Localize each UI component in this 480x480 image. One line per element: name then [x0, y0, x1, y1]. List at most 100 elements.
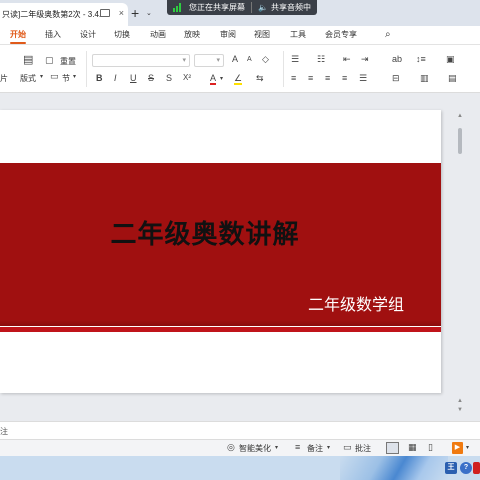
strikethrough-button[interactable]: S — [148, 74, 154, 83]
italic-button[interactable]: I — [114, 74, 117, 83]
menu-bar: 开始 插入 设计 切换 动画 放映 审阅 视图 工具 会员专享 ⌕ — [0, 26, 480, 45]
play-dropdown-icon[interactable]: ▾ — [466, 444, 469, 451]
comments-button[interactable]: 批注 — [355, 443, 371, 454]
justify-icon[interactable]: ≡ — [342, 74, 347, 83]
smart-beautify-dropdown-icon[interactable]: ▾ — [275, 444, 278, 451]
text-direction-icon[interactable]: ab — [392, 55, 402, 64]
document-tab[interactable]: 只读]二年级奥数第2次 - 3.4. × — [0, 3, 128, 26]
font-name-combo[interactable]: ▾ — [92, 54, 190, 67]
screen-share-status[interactable]: 您正在共享屏幕 — [167, 0, 251, 15]
reset-button[interactable]: 重置 — [60, 56, 76, 67]
menu-design[interactable]: 设计 — [80, 29, 96, 40]
char-spacing-icon[interactable]: ⇆ — [256, 74, 264, 83]
screen-share-text: 您正在共享屏幕 — [189, 3, 245, 12]
slide-editing-area[interactable]: 二年级奥数讲解 二年级数学组 ▲ ▲ ▼ — [0, 93, 480, 421]
menu-tools[interactable]: 工具 — [290, 29, 306, 40]
layout-dropdown-icon[interactable]: ▾ — [40, 74, 43, 80]
arrange-icon[interactable]: ▤ — [448, 74, 457, 83]
new-tab-button[interactable]: + — [131, 5, 139, 21]
numbered-list-icon[interactable]: ☷ — [317, 55, 325, 64]
menu-slideshow[interactable]: 放映 — [184, 29, 200, 40]
comments-icon[interactable]: ▭ — [343, 442, 352, 453]
text-box-icon[interactable]: ▣ — [446, 55, 455, 64]
underline-button[interactable]: U — [130, 74, 137, 83]
menu-member[interactable]: 会员专享 — [325, 29, 357, 40]
decrease-indent-icon[interactable]: ⇤ — [343, 55, 351, 64]
font-size-increase-icon[interactable]: A — [232, 55, 238, 64]
layout-icon[interactable]: ▤ — [23, 55, 33, 66]
slide-sorter-view-icon[interactable]: ▦ — [408, 442, 417, 453]
highlight-button[interactable]: ∠ — [234, 74, 243, 85]
menu-review[interactable]: 审阅 — [220, 29, 236, 40]
slide-button[interactable]: 片 — [0, 73, 8, 84]
menu-animation[interactable]: 动画 — [150, 29, 166, 40]
close-tab-icon[interactable]: × — [119, 8, 124, 18]
align-left-icon[interactable]: ≡ — [291, 74, 296, 83]
align-right-icon[interactable]: ≡ — [325, 74, 330, 83]
scrollbar-thumb[interactable] — [458, 128, 462, 154]
normal-view-icon[interactable] — [386, 442, 399, 454]
font-size-combo[interactable]: ▾ — [194, 54, 224, 67]
ribbon-divider — [283, 51, 284, 87]
bold-button[interactable]: B — [96, 74, 103, 83]
font-color-dropdown-icon[interactable]: ▾ — [220, 76, 223, 82]
tray-app-icon[interactable] — [473, 462, 480, 474]
smart-beautify-button[interactable]: 智能美化 — [239, 443, 271, 454]
title-bar: 只读]二年级奥数第2次 - 3.4. × + ⌄ 您正在共享屏幕 🔈 共享音频中 — [0, 0, 480, 26]
window-monitor-icon[interactable] — [100, 9, 110, 17]
layout-button[interactable]: 版式 — [20, 73, 36, 84]
document-tab-title: 只读]二年级奥数第2次 - 3.4. — [2, 10, 102, 19]
taskbar-wallpaper-glow — [340, 456, 448, 480]
slide[interactable]: 二年级奥数讲解 二年级数学组 — [0, 110, 441, 393]
ime-icon[interactable]: 王 — [445, 462, 457, 474]
app-window: 只读]二年级奥数第2次 - 3.4. × + ⌄ 您正在共享屏幕 🔈 共享音频中… — [0, 0, 480, 480]
font-dropdown-icon[interactable]: ▾ — [182, 56, 186, 64]
help-icon[interactable]: ? — [460, 462, 472, 474]
font-size-decrease-icon[interactable]: A — [247, 56, 252, 63]
notes-icon[interactable]: ≡ — [295, 442, 300, 452]
tab-list-dropdown-icon[interactable]: ⌄ — [146, 9, 152, 17]
active-menu-indicator — [10, 42, 26, 44]
reset-icon[interactable]: ▢ — [45, 56, 54, 65]
speaker-icon: 🔈 — [258, 3, 268, 12]
align-center-icon[interactable]: ≡ — [308, 74, 313, 83]
slide-subtitle[interactable]: 二年级数学组 — [308, 291, 404, 315]
section-button[interactable]: 节 — [62, 73, 70, 84]
screen-share-bar: 您正在共享屏幕 🔈 共享音频中 — [167, 0, 317, 15]
next-slide-icon[interactable]: ▼ — [457, 407, 463, 413]
section-icon[interactable]: ▭ — [50, 72, 59, 81]
smart-beautify-icon[interactable]: ◎ — [227, 442, 235, 453]
audio-share-status[interactable]: 🔈 共享音频中 — [252, 0, 317, 15]
notes-placeholder: 注 — [0, 427, 8, 436]
signal-strength-icon — [173, 3, 181, 12]
vertical-scrollbar[interactable]: ▲ ▲ ▼ — [455, 93, 480, 421]
distribute-icon[interactable]: ☰ — [359, 74, 367, 83]
superscript-button[interactable]: X² — [183, 74, 191, 82]
shadow-button[interactable]: S — [166, 74, 172, 83]
scroll-up-icon[interactable]: ▲ — [457, 113, 463, 119]
os-taskbar: 王 ? — [0, 456, 480, 480]
font-color-button[interactable]: A — [210, 74, 217, 85]
notes-toggle-button[interactable]: 备注 — [307, 443, 323, 454]
menu-insert[interactable]: 插入 — [45, 29, 61, 40]
columns-icon[interactable]: ▥ — [420, 74, 429, 83]
line-spacing-icon[interactable]: ↕≡ — [416, 55, 426, 64]
slide-band-shade — [0, 320, 441, 326]
search-icon[interactable]: ⌕ — [385, 29, 391, 40]
bullet-list-icon[interactable]: ☰ — [291, 55, 299, 64]
section-dropdown-icon[interactable]: ▾ — [73, 74, 76, 80]
menu-view[interactable]: 视图 — [254, 29, 270, 40]
notes-pane[interactable]: 注 — [0, 421, 480, 439]
vertical-align-icon[interactable]: ⊟ — [392, 74, 400, 83]
menu-home[interactable]: 开始 — [10, 29, 26, 40]
reading-view-icon[interactable]: ▯ — [428, 442, 433, 453]
play-slideshow-icon[interactable]: ▶ — [452, 442, 463, 454]
increase-indent-icon[interactable]: ⇥ — [361, 55, 369, 64]
notes-dropdown-icon[interactable]: ▾ — [327, 444, 330, 451]
status-bar: ◎ 智能美化 ▾ ≡ 备注 ▾ ▭ 批注 ▦ ▯ ▶ ▾ — [0, 439, 480, 456]
clear-format-icon[interactable]: ◇ — [262, 55, 269, 64]
menu-transition[interactable]: 切换 — [114, 29, 130, 40]
slide-title[interactable]: 二年级奥数讲解 — [0, 214, 410, 251]
font-size-dropdown-icon[interactable]: ▾ — [216, 56, 220, 64]
previous-slide-icon[interactable]: ▲ — [457, 398, 463, 404]
